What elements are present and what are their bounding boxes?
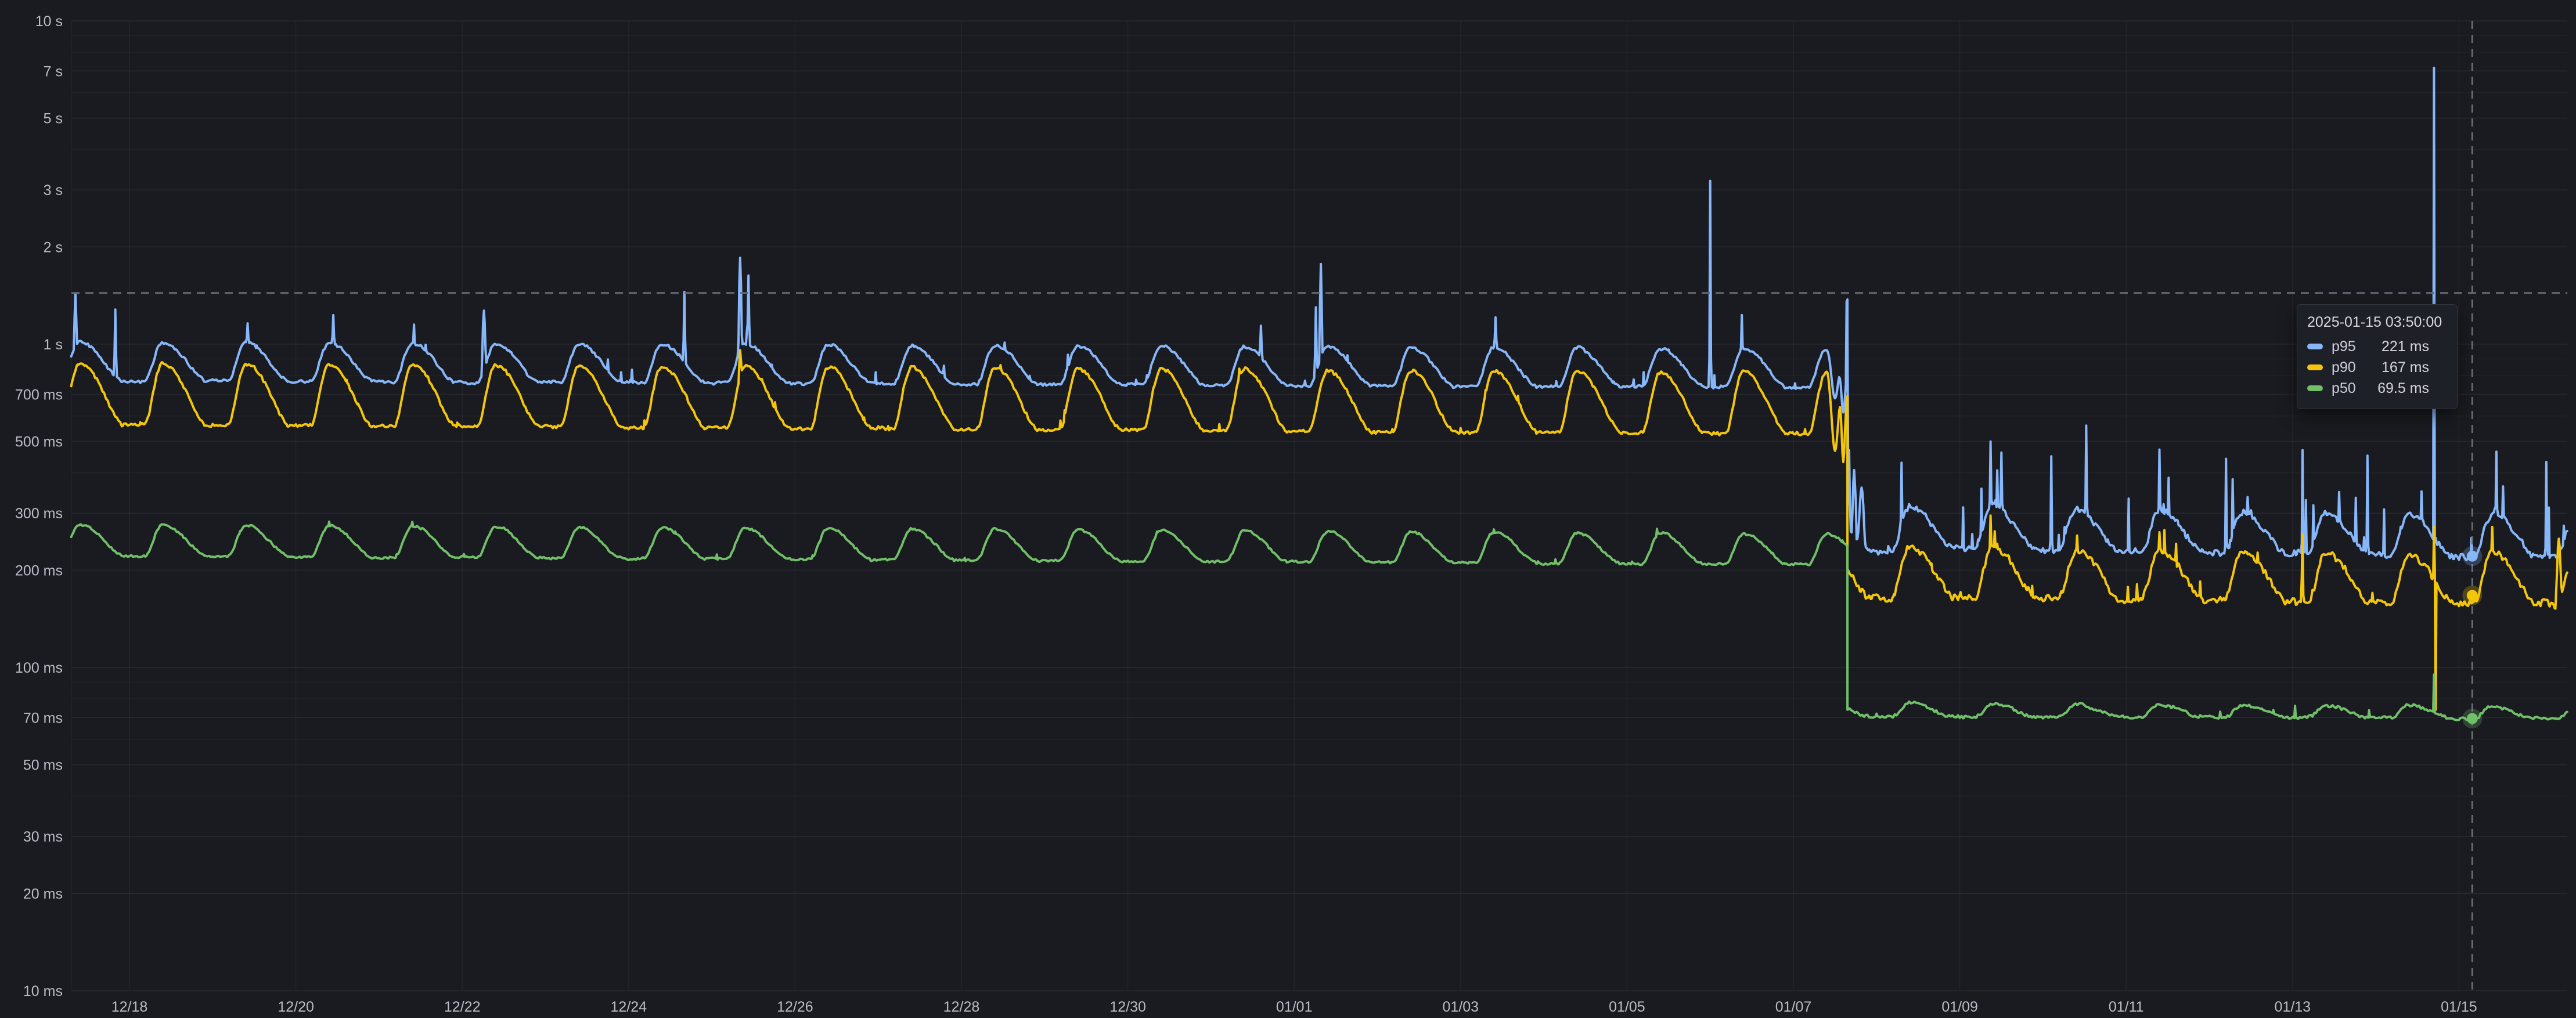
y-tick-label: 3 s <box>44 182 63 198</box>
tooltip-series-value: 221 ms <box>2382 338 2429 355</box>
tooltip-series-value: 167 ms <box>2382 359 2429 376</box>
gridlines <box>71 21 2567 991</box>
y-tick-label: 10 s <box>35 13 63 30</box>
y-tick-label: 70 ms <box>23 710 63 726</box>
y-axis-labels: 10 s 7 s 5 s 3 s 2 s 1 s 700 ms 500 ms 300 ms 200… <box>15 13 63 999</box>
series-line-p95 <box>71 68 2567 560</box>
x-axis-labels: 12/18 12/20 12/22 12/24 12/26 12/28 12/30 01/01… <box>111 999 2477 1015</box>
y-tick-label: 2 s <box>44 239 63 255</box>
x-tick-label: 12/28 <box>943 999 980 1015</box>
grafana-latency-panel: 10 s 7 s 5 s 3 s 2 s 1 s 700 ms 500 ms 300 ms 200… <box>0 0 2576 1018</box>
x-tick-label: 01/15 <box>2441 999 2477 1015</box>
hover-dot-p90 <box>2467 590 2478 601</box>
chart-tooltip: 2025-01-15 03:50:00 p95 221 ms p90 167 m… <box>2297 304 2458 409</box>
x-tick-label: 01/13 <box>2275 999 2311 1015</box>
y-tick-label: 100 ms <box>15 660 63 676</box>
hover-dot-p95 <box>2467 551 2478 562</box>
y-tick-label: 7 s <box>44 63 63 80</box>
y-tick-label: 1 s <box>44 337 63 353</box>
x-tick-label: 12/20 <box>278 999 314 1015</box>
x-tick-label: 12/24 <box>611 999 647 1015</box>
y-tick-label: 20 ms <box>23 886 63 902</box>
y-tick-label: 10 ms <box>23 983 63 999</box>
x-tick-label: 01/09 <box>1941 999 1978 1015</box>
y-tick-label: 500 ms <box>15 434 63 450</box>
y-tick-label: 300 ms <box>15 506 63 522</box>
tooltip-series-label: p50 <box>2332 380 2356 397</box>
y-tick-label: 5 s <box>44 111 63 127</box>
tooltip-series-label: p95 <box>2332 338 2356 355</box>
tooltip-timestamp: 2025-01-15 03:50:00 <box>2307 313 2447 331</box>
tooltip-row-p50: p50 69.5 ms <box>2307 378 2447 399</box>
hover-dot-p50 <box>2467 713 2478 724</box>
tooltip-row-p95: p95 221 ms <box>2307 336 2447 357</box>
x-tick-label: 12/22 <box>444 999 481 1015</box>
x-tick-label: 12/18 <box>111 999 148 1015</box>
x-tick-label: 01/03 <box>1443 999 1479 1015</box>
y-tick-label: 700 ms <box>15 387 63 403</box>
p90-series-swatch <box>2307 364 2323 370</box>
x-tick-label: 01/01 <box>1276 999 1313 1015</box>
p95-series-swatch <box>2307 344 2323 349</box>
tooltip-series-label: p90 <box>2332 359 2356 376</box>
x-tick-label: 01/07 <box>1775 999 1812 1015</box>
y-tick-label: 30 ms <box>23 829 63 845</box>
crosshair <box>71 21 2567 990</box>
latency-chart[interactable]: 10 s 7 s 5 s 3 s 2 s 1 s 700 ms 500 ms 300 ms 200… <box>0 0 2576 1018</box>
tooltip-row-p90: p90 167 ms <box>2307 357 2447 378</box>
p50-series-swatch <box>2307 385 2323 391</box>
series-line-p50 <box>71 522 2567 720</box>
x-tick-label: 12/26 <box>777 999 813 1015</box>
x-tick-label: 01/05 <box>1609 999 1645 1015</box>
x-tick-label: 01/11 <box>2109 999 2144 1015</box>
tooltip-series-value: 69.5 ms <box>2377 380 2429 397</box>
y-tick-label: 200 ms <box>15 562 63 579</box>
series-line-p90 <box>71 350 2567 709</box>
y-tick-label: 50 ms <box>23 757 63 774</box>
x-tick-label: 12/30 <box>1109 999 1146 1015</box>
